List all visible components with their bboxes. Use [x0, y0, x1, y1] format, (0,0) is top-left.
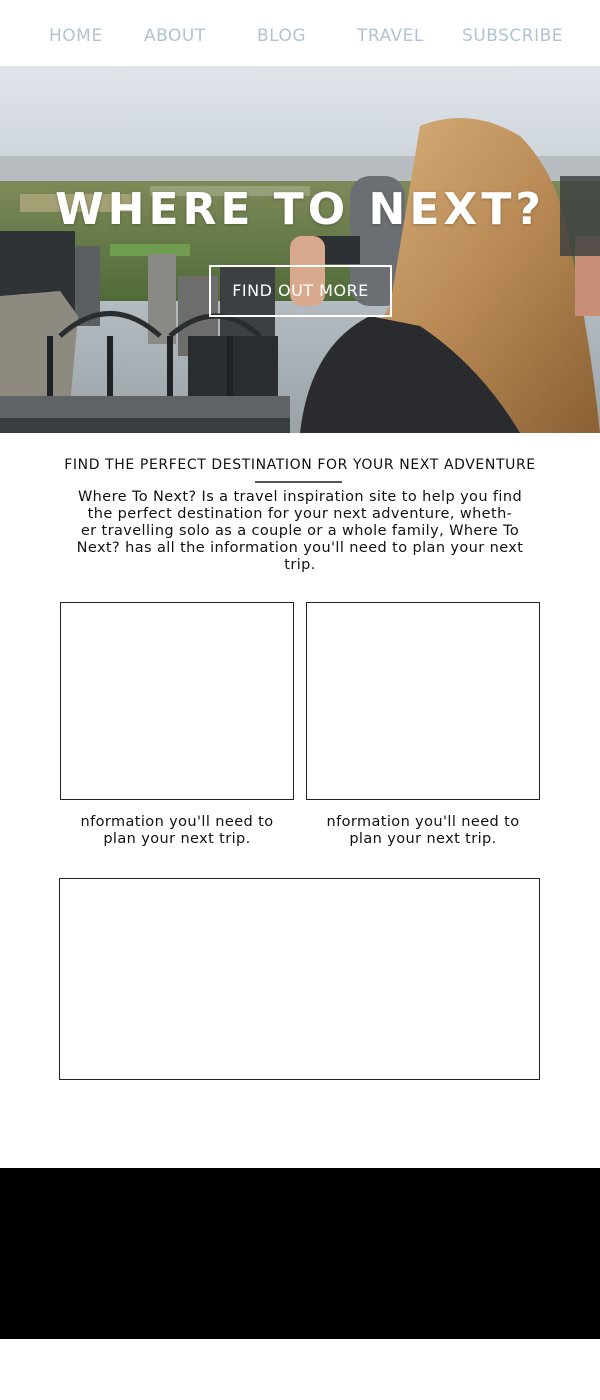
- nav-subscribe[interactable]: SUBSCRIBE: [462, 26, 563, 46]
- caption-line: plan your next trip.: [349, 831, 497, 847]
- intro-line: Next? has all the information you'll nee…: [76, 540, 524, 556]
- intro-heading: FIND THE PERFECT DESTINATION FOR YOUR NE…: [64, 457, 536, 473]
- intro-line: the perfect destination for your next ad…: [87, 506, 513, 522]
- nav-home[interactable]: HOME: [49, 26, 103, 46]
- find-out-more-button[interactable]: FIND OUT MORE: [209, 265, 392, 317]
- intro-line: trip.: [284, 557, 316, 573]
- intro-line: er travelling solo as a couple or a whol…: [80, 523, 520, 539]
- nav-blog[interactable]: BLOG: [257, 26, 306, 46]
- intro-text: Where To Next? Is a travel inspiration s…: [66, 489, 534, 574]
- card-caption-1: nformation you'll need to plan your next…: [60, 814, 294, 848]
- intro-line: Where To Next? Is a travel inspiration s…: [77, 489, 523, 505]
- hero-title: WHERE TO NEXT?: [55, 184, 545, 235]
- footer: [0, 1168, 600, 1339]
- card-image-placeholder-2[interactable]: [306, 602, 540, 800]
- caption-line: nformation you'll need to: [80, 814, 274, 830]
- caption-line: plan your next trip.: [103, 831, 251, 847]
- card-image-placeholder-1[interactable]: [60, 602, 294, 800]
- heading-divider: [255, 481, 342, 483]
- card-caption-2: nformation you'll need to plan your next…: [306, 814, 540, 848]
- wide-content-placeholder[interactable]: [59, 878, 540, 1080]
- hero-banner: WHERE TO NEXT? FIND OUT MORE: [0, 66, 600, 433]
- nav-travel[interactable]: TRAVEL: [357, 26, 424, 46]
- top-nav: HOME ABOUT BLOG TRAVEL SUBSCRIBE: [0, 0, 600, 66]
- caption-line: nformation you'll need to: [326, 814, 520, 830]
- hero-photo: [0, 66, 600, 433]
- nav-about[interactable]: ABOUT: [144, 26, 206, 46]
